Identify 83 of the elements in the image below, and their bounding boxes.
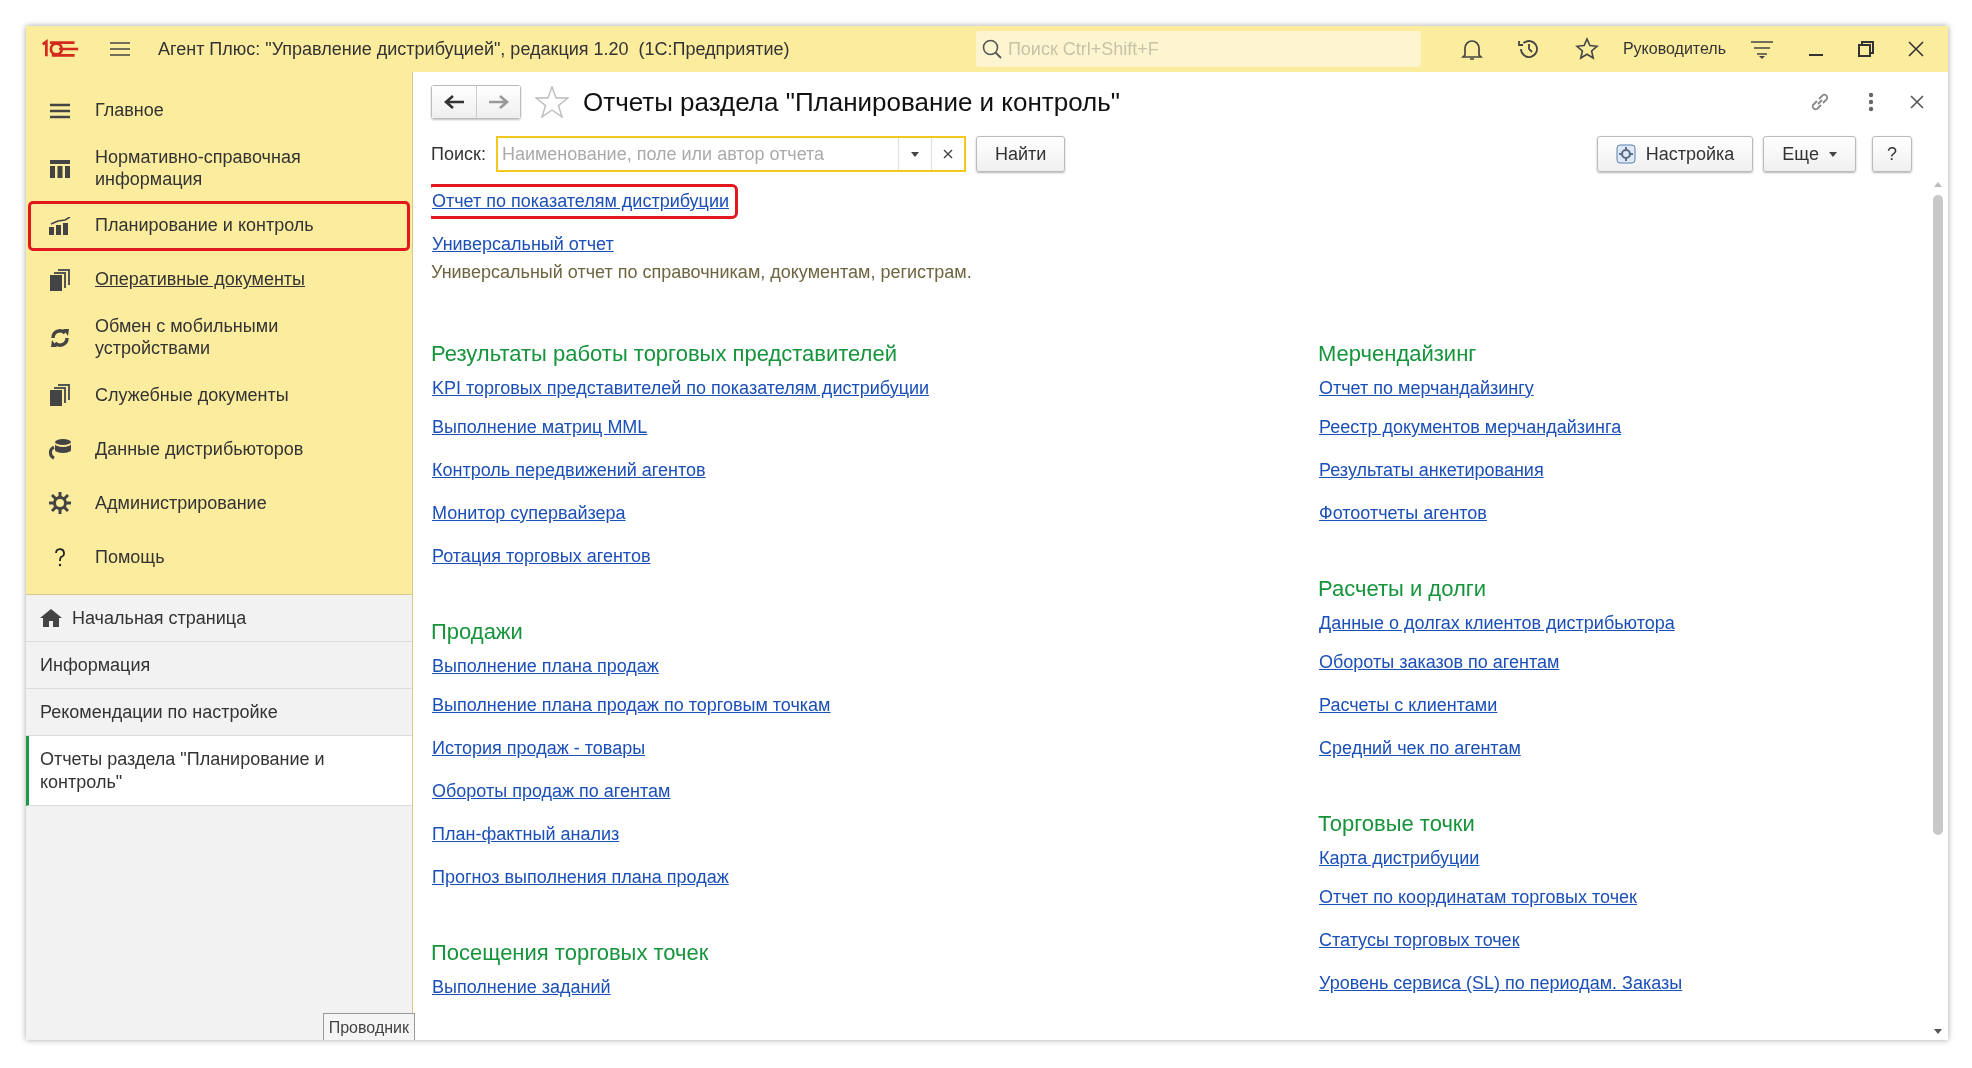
section-item[interactable]: Администрирование (28, 478, 410, 529)
report-link[interactable]: Выполнение матриц MML (431, 410, 657, 445)
open-window-item[interactable]: Отчеты раздела "Планирование и контроль" (26, 736, 412, 807)
report-link[interactable]: Выполнение плана продаж (431, 648, 668, 684)
star-icon[interactable] (1574, 37, 1599, 61)
report-link[interactable]: Обороты продаж по агентам (431, 774, 680, 809)
documents-icon (50, 384, 70, 407)
report-link[interactable]: Контроль передвижений агентов (431, 453, 715, 488)
grid-icon (50, 159, 70, 178)
report-link[interactable]: Отчет по показателям дистрибуции (431, 184, 739, 219)
menu-icon[interactable] (110, 41, 130, 57)
scroll-down-icon[interactable] (1934, 1029, 1942, 1034)
search-field[interactable]: Наименование, поле или автор отчета (495, 136, 966, 172)
report-link[interactable]: Расчеты с клиентами (1314, 688, 1507, 723)
filter-icon[interactable] (1750, 39, 1774, 59)
help-button[interactable]: ? (1872, 136, 1912, 172)
menu-icon (50, 103, 70, 119)
find-button[interactable]: Найти (975, 136, 1066, 172)
explorer-tab[interactable]: Проводник (322, 1013, 415, 1040)
report-link[interactable]: Статусы торговых точек (1314, 923, 1529, 958)
report-link[interactable]: Фотоотчеты агентов (1314, 496, 1496, 531)
settings-button[interactable]: Настройка (1596, 136, 1754, 172)
forward-arrow-icon (488, 95, 509, 109)
section-item[interactable]: Планирование и контроль (28, 201, 410, 252)
report-link[interactable]: Отчет по мерчандайзингу (1314, 370, 1543, 406)
report-link[interactable]: Отчет по координатам торговых точек (1314, 880, 1646, 915)
window-title: Агент Плюс: "Управление дистрибуцией", редакция 1.20 (1С:Предприятие) (158, 38, 790, 60)
question-icon (53, 547, 67, 568)
group-heading: Расчеты и долги (1318, 575, 1488, 603)
settings-icon (1615, 144, 1636, 164)
report-link[interactable]: Данные о долгах клиентов дистрибьютора (1314, 605, 1684, 641)
back-button[interactable] (432, 86, 476, 118)
history-icon[interactable] (1516, 37, 1541, 61)
search-icon (981, 39, 1002, 59)
form-title: Отчеты раздела "Планирование и контроль" (583, 86, 1121, 118)
group-heading: Мерчендайзинг (1318, 340, 1478, 368)
search-label: Поиск: (431, 143, 486, 165)
settings-icon (49, 492, 71, 515)
report-link[interactable]: Реестр документов мерчандайзинга (1314, 410, 1631, 445)
open-window-item[interactable]: Начальная страница (26, 595, 412, 643)
report-link[interactable]: Обороты заказов по агентам (1314, 645, 1569, 680)
group-heading: Продажи (431, 618, 524, 646)
caret-icon (1829, 151, 1837, 157)
bell-icon[interactable] (1460, 37, 1483, 61)
section-item[interactable]: Помощь (28, 532, 410, 583)
section-item[interactable]: Данные дистрибьюторов (28, 424, 410, 475)
report-description: Универсальный отчет по справочникам, документам, регистрам. (431, 262, 973, 283)
report-link[interactable]: Монитор супервайзера (431, 496, 635, 531)
documents-icon (50, 269, 70, 292)
group-heading: Результаты работы торговых представителей (431, 340, 898, 368)
report-link[interactable]: Выполнение заданий (431, 969, 620, 1005)
sync-icon (49, 326, 71, 349)
group-heading: Посещения торговых точек (431, 939, 710, 967)
section-item[interactable]: Нормативно-справочная информация (28, 140, 410, 198)
report-link[interactable]: История продаж - товары (431, 731, 655, 766)
report-link[interactable]: Карта дистрибуции (1314, 840, 1489, 876)
more-button[interactable]: Еще (1763, 136, 1856, 172)
close-icon[interactable] (1910, 95, 1924, 109)
section-item[interactable]: Оперативные документы (28, 255, 410, 306)
star-icon[interactable] (535, 86, 569, 118)
report-link[interactable]: Результаты анкетирования (1314, 453, 1553, 488)
section-item[interactable]: Обмен с мобильными устройствами (28, 309, 410, 367)
report-link[interactable]: Универсальный отчет (431, 227, 623, 262)
close-icon[interactable] (1908, 41, 1924, 57)
more-icon[interactable] (1868, 92, 1874, 112)
report-link[interactable]: План-фактный анализ (431, 817, 629, 852)
report-link[interactable]: Прогноз выполнения плана продаж (431, 860, 738, 895)
back-arrow-icon (444, 95, 464, 109)
open-window-item[interactable]: Информация (26, 642, 412, 690)
restore-icon[interactable] (1858, 41, 1874, 57)
report-link[interactable]: Ротация торговых агентов (431, 539, 660, 574)
report-link[interactable]: KPI торговых представителей по показателям дистрибуции (431, 370, 939, 406)
database-icon (48, 438, 72, 461)
bar-chart-icon (49, 217, 71, 236)
section-item[interactable]: Главное (28, 86, 410, 136)
section-item[interactable]: Служебные документы (28, 370, 410, 421)
report-link[interactable]: Выполнение плана продаж по торговым точкам (431, 688, 840, 723)
report-link[interactable]: Средний чек по агентам (1314, 731, 1530, 766)
user-name[interactable]: Руководитель (1622, 40, 1726, 58)
home-icon (40, 609, 62, 628)
logo-icon (40, 39, 80, 59)
report-link[interactable]: Уровень сервиса (SL) по периодам. Заказы (1314, 966, 1692, 1001)
group-heading: Торговые точки (1318, 810, 1476, 838)
